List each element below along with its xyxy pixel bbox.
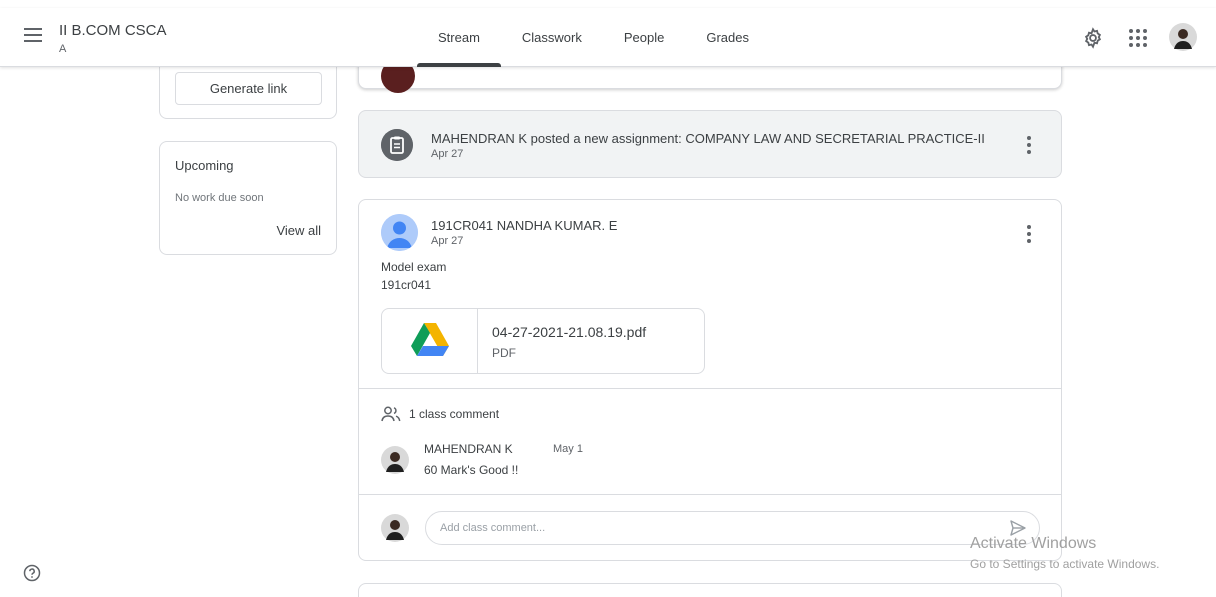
- upcoming-empty-text: No work due soon: [175, 192, 264, 204]
- tab-stream[interactable]: Stream: [417, 8, 501, 67]
- divider: [359, 388, 1061, 389]
- post-body-line: Model exam: [381, 260, 447, 274]
- next-post-card: [358, 583, 1062, 597]
- upcoming-title: Upcoming: [175, 158, 234, 173]
- tab-classwork[interactable]: Classwork: [501, 8, 603, 67]
- post-body-line: 191cr041: [381, 278, 432, 292]
- help-icon[interactable]: [23, 564, 41, 582]
- top-app-bar: II B.COM CSCA A Stream Classwork People …: [0, 8, 1216, 67]
- avatar: [381, 514, 409, 542]
- assignment-notice-text: MAHENDRAN K posted a new assignment: COM…: [431, 131, 985, 146]
- assignment-icon: [381, 129, 413, 161]
- activate-windows-subtitle: Go to Settings to activate Windows.: [970, 557, 1160, 571]
- comment-date: May 1: [553, 443, 583, 455]
- avatar: [381, 446, 409, 474]
- tab-grades[interactable]: Grades: [685, 8, 770, 67]
- classroom-stream-page: II B.COM CSCA A Stream Classwork People …: [0, 0, 1216, 597]
- apps-grid-icon[interactable]: [1129, 29, 1147, 47]
- class-comment-input[interactable]: [425, 511, 1040, 545]
- post-date: Apr 27: [431, 235, 464, 247]
- assignment-notice[interactable]: MAHENDRAN K posted a new assignment: COM…: [358, 110, 1062, 178]
- comment-text: 60 Mark's Good !!: [424, 463, 519, 477]
- attachment-name: 04-27-2021-21.08.19.pdf: [492, 324, 647, 340]
- more-options-icon[interactable]: [1021, 136, 1037, 156]
- attachment-thumbnail: [382, 309, 478, 373]
- post-author: 191CR041 NANDHA KUMAR. E: [431, 218, 618, 233]
- activate-windows-title: Activate Windows: [970, 535, 1097, 552]
- upcoming-card: Upcoming No work due soon View all: [159, 141, 337, 255]
- generate-link-button[interactable]: Generate link: [175, 72, 322, 105]
- class-tabs: Stream Classwork People Grades: [417, 8, 770, 67]
- attachment-type: PDF: [492, 346, 516, 360]
- menu-icon[interactable]: [24, 28, 42, 42]
- more-options-icon[interactable]: [1021, 225, 1037, 245]
- gear-icon[interactable]: [1082, 27, 1104, 49]
- class-section: A: [59, 43, 67, 55]
- assignment-notice-date: Apr 27: [431, 148, 464, 160]
- account-avatar[interactable]: [1169, 23, 1197, 51]
- avatar: [381, 214, 418, 251]
- class-title[interactable]: II B.COM CSCA: [59, 22, 167, 39]
- attachment-chip[interactable]: 04-27-2021-21.08.19.pdf PDF: [381, 308, 705, 374]
- divider: [359, 494, 1061, 495]
- people-icon: [381, 406, 401, 422]
- tab-people[interactable]: People: [603, 8, 685, 67]
- class-comment-count[interactable]: 1 class comment: [409, 407, 499, 421]
- stream-post-card: 191CR041 NANDHA KUMAR. E Apr 27 Model ex…: [358, 199, 1062, 561]
- comment-author: MAHENDRAN K: [424, 442, 513, 456]
- view-all-link[interactable]: View all: [276, 223, 321, 238]
- google-drive-icon: [411, 323, 449, 356]
